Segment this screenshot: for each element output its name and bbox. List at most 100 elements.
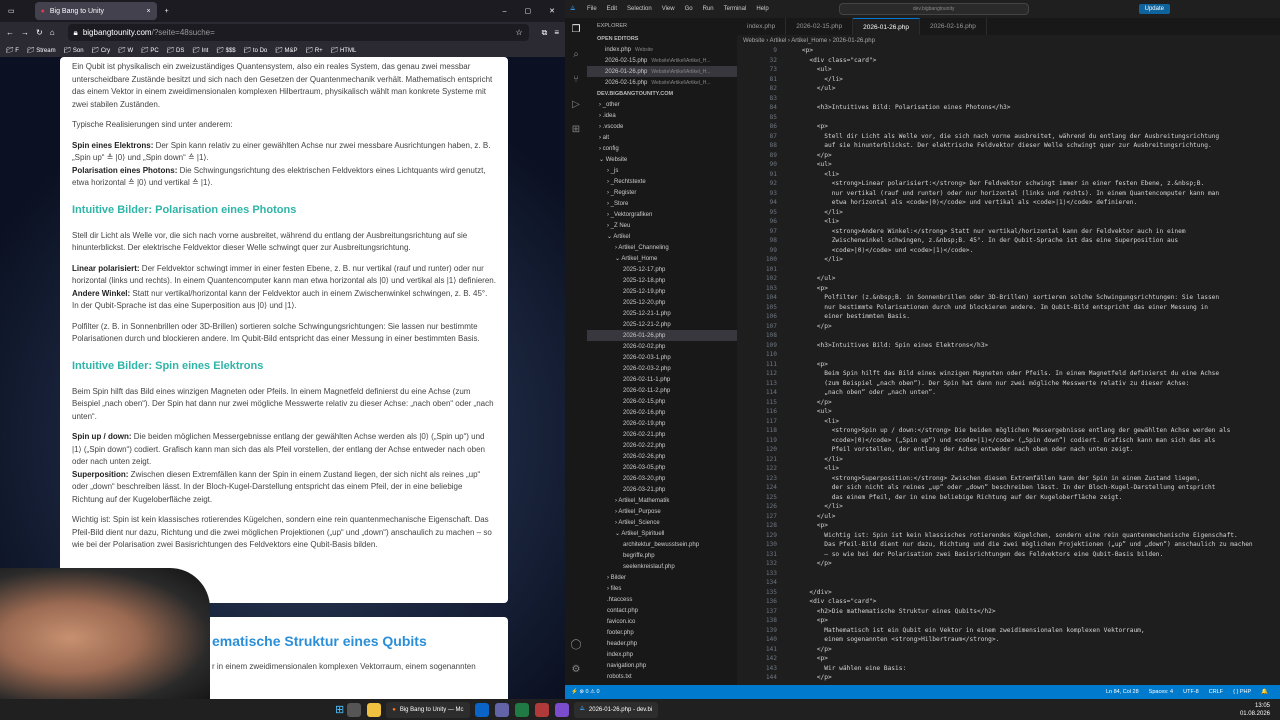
tree-item[interactable]: favicon.ico [587,616,737,627]
bookmark-item[interactable]: 📁︎ Cry [92,47,111,54]
bookmark-item[interactable]: 📁︎ Stream [27,47,56,54]
tree-item[interactable]: 2026-03-05.php [587,462,737,473]
status-item[interactable]: Spaces: 4 [1149,689,1173,695]
tree-item[interactable]: › Artikel_Purpose [587,506,737,517]
tree-item[interactable]: 2026-02-22.php [587,440,737,451]
status-item[interactable]: CRLF [1209,689,1223,695]
tree-item[interactable]: 2026-02-26.php [587,451,737,462]
home-icon[interactable]: ⌂ [50,28,55,37]
tree-item[interactable]: architektur_bewusstsein.php [587,539,737,550]
explorer-taskbar-icon[interactable] [367,702,382,717]
tree-item[interactable]: begriffe.php [587,550,737,561]
tree-item[interactable]: ⌄ Artikel_Home [587,253,737,264]
settings-gear-icon[interactable]: ⚙ [572,664,581,675]
search-icon[interactable]: ⌕ [573,49,579,60]
tree-item[interactable]: › _Rechtstexte [587,176,737,187]
firefox-taskbar-button[interactable]: ● Big Bang to Unity — Mc [386,701,470,718]
tree-item[interactable]: ⌄ Artikel_Spirituell [587,528,737,539]
start-icon[interactable]: ⊞ [335,703,344,716]
tree-item[interactable]: 2025-12-18.php [587,275,737,286]
tree-item[interactable]: › Artikel_Mathematik [587,495,737,506]
firefox-view-icon[interactable]: ▭ [8,7,15,15]
tree-item[interactable]: › Bilder [587,572,737,583]
tree-item[interactable]: ⌄ Artikel [587,231,737,242]
tree-item[interactable]: 2026-02-11-1.php [587,374,737,385]
menu-item[interactable]: View [662,6,675,12]
tree-item[interactable]: index.php [587,649,737,660]
tree-item[interactable]: robots.txt [587,671,737,682]
tree-item[interactable]: › Artikel_Science [587,517,737,528]
bookmark-item[interactable]: 📁︎ Son [64,47,84,54]
tree-item[interactable]: › _Z Neu [587,220,737,231]
menu-item[interactable]: Run [703,6,714,12]
tree-item[interactable]: 2026-02-16.php [587,407,737,418]
bookmark-item[interactable]: 📁︎ W [118,47,133,54]
tree-item[interactable]: 2026-02-03-1.php [587,352,737,363]
tree-item[interactable]: › _js [587,165,737,176]
tree-item[interactable]: 2026-01-26.php [587,330,737,341]
status-item[interactable]: UTF-8 [1183,689,1199,695]
tree-item[interactable]: 2026-02-02.php [587,341,737,352]
tree-item[interactable]: 2025-12-17.php [587,264,737,275]
menu-item[interactable]: Go [685,6,693,12]
tree-item[interactable]: 2026-03-20.php [587,473,737,484]
tree-item[interactable]: 2025-12-21-1.php [587,308,737,319]
status-item[interactable]: 🔔 [1261,689,1268,695]
clock[interactable]: 13:05 01.08.2026 [1240,702,1270,718]
tree-item[interactable]: 2026-02-03-2.php [587,363,737,374]
bookmark-item[interactable]: 📁︎ R+ [306,47,323,54]
bookmark-item[interactable]: 📁︎ M&P [275,47,297,54]
command-search[interactable]: dev.bigbangtounity [838,3,1029,15]
app-icon[interactable] [534,702,549,717]
url-bar[interactable]: 🔒︎ bigbangtounity.com/?seite=48suche= ☆ [67,24,529,41]
menu-item[interactable]: Terminal [724,6,747,12]
menu-item[interactable]: Edit [607,6,617,12]
back-icon[interactable]: ← [6,28,14,37]
tree-item[interactable]: 2026-02-15.php [587,396,737,407]
tree-item[interactable]: › _Register [587,187,737,198]
tree-item[interactable]: › _other [587,99,737,110]
tree-item[interactable]: header.php [587,638,737,649]
tree-item[interactable]: › alt [587,132,737,143]
tree-item[interactable]: › config [587,143,737,154]
workspace-root[interactable]: DEV.BIGBANGTOUNITY.COM [587,88,737,99]
editor-tab[interactable]: index.php [737,18,787,35]
tree-item[interactable]: 2025-12-21-2.php [587,319,737,330]
tree-item[interactable]: › .idea [587,110,737,121]
menu-icon[interactable]: ≡ [554,28,559,37]
bookmark-star-icon[interactable]: ☆ [515,28,522,37]
app2-icon[interactable] [554,702,569,717]
bookmark-item[interactable]: 📁︎ PC [141,47,159,54]
bookmark-item[interactable]: 📁︎ Int [192,47,208,54]
open-editor-item[interactable]: 2026-01-26.php Website\Artikel\Artikel_H.… [587,66,737,77]
tree-item[interactable]: › .vscode [587,121,737,132]
extensions-icon[interactable]: ⧉ [542,28,548,38]
tree-item[interactable]: 2026-02-11-2.php [587,385,737,396]
excel-icon[interactable] [514,702,529,717]
editor-tab[interactable]: 2026-02-15.php [786,18,854,35]
editor-tab[interactable]: 2026-01-26.php [853,18,921,35]
tree-item[interactable]: 2026-03-21.php [587,484,737,495]
open-editors-header[interactable]: OPEN EDITORS [587,33,737,44]
open-editor-item[interactable]: 2026-02-15.php Website\Artikel\Artikel_H.… [587,55,737,66]
close-window-icon[interactable]: ✕ [549,7,555,15]
tree-item[interactable]: .htaccess [587,594,737,605]
run-debug-icon[interactable]: ▷ [572,99,580,110]
bookmark-item[interactable]: 📁︎ to Do [244,47,268,54]
editor-tab[interactable]: 2026-02-16.php [920,18,987,35]
menu-item[interactable]: Help [756,6,768,12]
update-button[interactable]: Update [1138,4,1170,14]
account-icon[interactable]: ◯ [570,639,581,650]
reload-icon[interactable]: ↻ [36,28,43,37]
vscode-taskbar-button[interactable]: ⟁ 2026-01-26.php - dev.bi [573,701,659,718]
extensions-icon[interactable]: ⊞ [572,124,580,135]
new-tab-icon[interactable]: + [165,8,169,15]
status-left[interactable]: ⚡ ⊗ 0 ⚠ 0 [571,689,600,695]
tree-item[interactable]: seelenkreislauf.php [587,561,737,572]
tree-item[interactable]: 2026-02-19.php [587,418,737,429]
tree-item[interactable]: footer.php [587,627,737,638]
tree-item[interactable]: 2025-12-19.php [587,286,737,297]
outlook-icon[interactable] [474,702,489,717]
bookmark-item[interactable]: 📁︎ HTML [331,47,357,54]
menu-item[interactable]: Selection [627,6,652,12]
